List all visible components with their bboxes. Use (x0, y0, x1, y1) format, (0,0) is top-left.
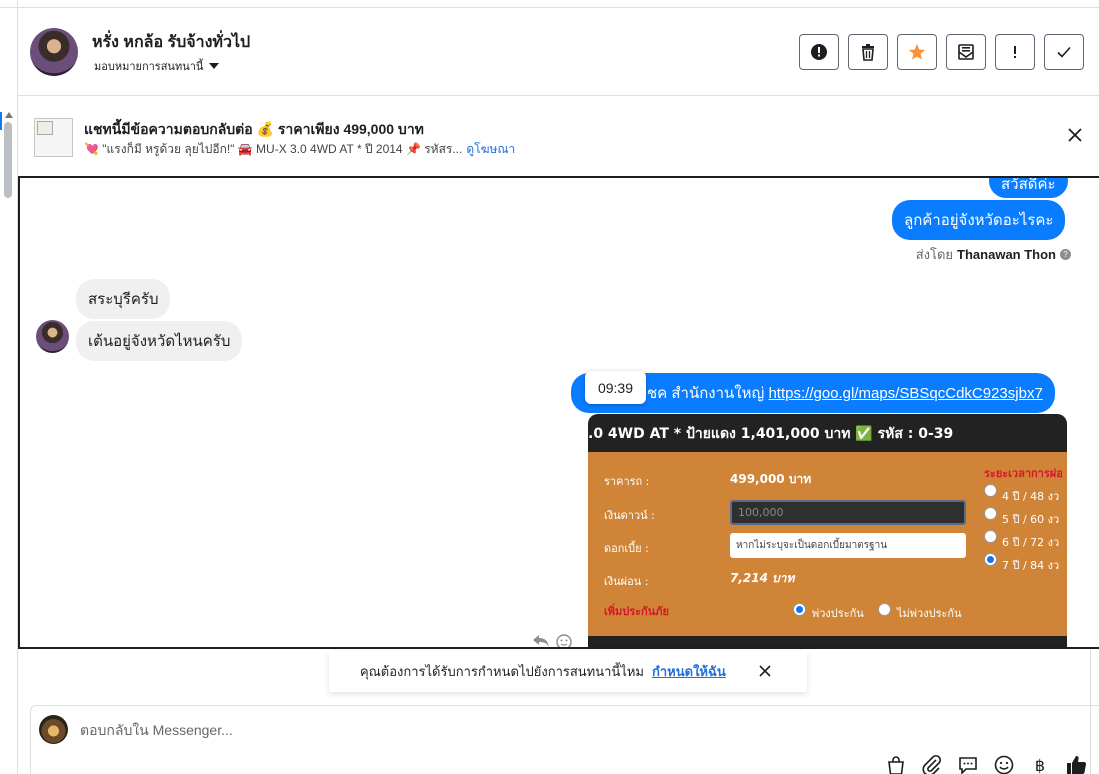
term-radio (984, 507, 997, 520)
view-ad-link[interactable]: ดูโฆษณา (466, 142, 515, 156)
page-avatar (39, 715, 68, 744)
insurance-no-radio (878, 603, 891, 616)
term-label: 7 ปี / 84 งว (1002, 559, 1060, 572)
close-icon[interactable] (1067, 127, 1083, 143)
right-scrollbar-track (1090, 650, 1099, 774)
term-title: ระยะเวลาการผ่อ (984, 467, 1063, 480)
composer-tools: ฿ (885, 754, 1087, 774)
car-price-image[interactable]: .0 4WD AT * ป้ายแดง 1,401,000 บาท ✅ รหัส… (588, 414, 1067, 647)
message-composer: ตอบกลับใน Messenger... ฿ (30, 705, 1099, 774)
paperclip-icon[interactable] (921, 754, 943, 774)
assign-prompt: คุณต้องการได้รับการกำหนดไปยังการสนทนานี้… (329, 651, 807, 692)
price-value: 499,000 บาท (730, 472, 812, 486)
insurance-yes-radio (793, 603, 806, 616)
inbox-conversation-view: หรั่ง หกล้อ รับจ้างทั่วไป มอบหมายการสนทน… (0, 0, 1099, 774)
chevron-down-icon (209, 63, 220, 69)
contact-avatar (36, 320, 69, 353)
assign-conversation-dropdown[interactable]: มอบหมายการสนทนานี้ (94, 57, 220, 75)
ad-thumbnail[interactable] (34, 118, 73, 157)
conversation-header: หรั่ง หกล้อ รับจ้างทั่วไป มอบหมายการสนทน… (18, 8, 1099, 96)
scroll-up-arrow-icon[interactable] (5, 112, 13, 118)
assign-label: มอบหมายการสนทนานี้ (94, 61, 204, 73)
interest-label: ดอกเบี้ย : (604, 542, 649, 555)
incoming-message[interactable]: สระบุรีครับ (76, 279, 171, 319)
term-label: 5 ปี / 60 งว (1002, 513, 1060, 526)
like-icon[interactable] (1065, 754, 1087, 774)
installment-value: 7,214 บาท (730, 571, 795, 585)
star-icon (909, 44, 925, 60)
price-label: ราคารถ : (604, 475, 650, 488)
reply-input[interactable]: ตอบกลับใน Messenger... (80, 720, 233, 742)
installment-label: เงินผ่อน : (604, 575, 649, 588)
term-radio (984, 484, 997, 497)
mark-unread-icon (958, 44, 974, 60)
check-icon (1057, 46, 1071, 58)
insurance-no-label: ไม่พ่วงประกัน (897, 607, 962, 620)
close-icon[interactable] (758, 664, 772, 678)
contact-name[interactable]: หรั่ง หกล้อ รับจ้างทั่วไป (92, 30, 250, 55)
term-label: 6 ปี / 72 งว (1002, 536, 1060, 549)
ad-title: แชทนี้มีข้อความตอบกลับต่อ 💰 ราคาเพียง 49… (84, 121, 424, 137)
emoji-icon[interactable] (993, 754, 1015, 774)
saved-reply-icon[interactable] (957, 754, 979, 774)
interest-value: หากไม่ระบุจะเป็นดอกเบี้ยมาตรฐาน (730, 533, 966, 558)
delete-button[interactable] (848, 34, 888, 70)
flag-icon (1014, 46, 1016, 58)
outgoing-message[interactable]: สวัสดีค่ะ (989, 178, 1068, 198)
term-radio (984, 530, 997, 543)
baht-icon[interactable]: ฿ (1029, 754, 1051, 774)
term-label: 4 ปี / 48 งว (1002, 490, 1060, 503)
assign-prompt-text: คุณต้องการได้รับการกำหนดไปยังการสนทนานี้… (360, 664, 644, 679)
trash-icon (862, 44, 874, 61)
emoji-reaction-icon[interactable] (556, 634, 572, 649)
ad-context-bar: แชทนี้มีข้อความตอบกลับต่อ 💰 ราคาเพียง 49… (18, 97, 1099, 175)
car-headline: .0 4WD AT * ป้ายแดง 1,401,000 บาท ✅ รหัส… (588, 414, 1067, 452)
sent-by-note: ส่งโดย Thanawan Thon ? (916, 244, 1071, 265)
mark-unread-button[interactable] (946, 34, 986, 70)
star-button[interactable] (897, 34, 937, 70)
header-actions (799, 34, 1084, 70)
outgoing-message[interactable]: ลูกค้าอยู่จังหวัดอะไรคะ (892, 200, 1066, 240)
ad-subtitle-text: 💘 "แรงก็มี หรูด้วย ลุยไปอีก!" 🚘 MU-X 3.0… (84, 142, 463, 156)
down-payment-label: เงินดาวน์ : (604, 509, 655, 522)
down-payment-value: 100,000 (730, 500, 966, 525)
flag-button[interactable] (995, 34, 1035, 70)
time-tooltip: 09:39 (585, 371, 646, 404)
bag-icon[interactable] (885, 754, 907, 774)
maps-link[interactable]: https://goo.gl/maps/SBSqcCdkC923sjbx7 (768, 385, 1042, 402)
incoming-message[interactable]: เต้นอยู่จังหวัดไหนครับ (76, 321, 243, 361)
ad-subtitle: 💘 "แรงก็มี หรูด้วย ลุยไปอีก!" 🚘 MU-X 3.0… (84, 140, 515, 159)
help-icon[interactable]: ? (1060, 249, 1071, 260)
insurance-label: เพิ่มประกันภัย (604, 605, 669, 618)
term-radio-selected (984, 553, 997, 566)
car-card-footer (588, 636, 1067, 647)
message-text: ชค สำนักงานใหญ่ (647, 385, 765, 402)
insurance-yes-label: พ่วงประกัน (812, 607, 864, 620)
contact-avatar[interactable] (30, 28, 78, 76)
reply-icon[interactable] (532, 634, 550, 648)
report-spam-button[interactable] (799, 34, 839, 70)
message-thread: สวัสดีค่ะ ลูกค้าอยู่จังหวัดอะไรคะ ส่งโดย… (18, 176, 1099, 649)
message-actions (532, 634, 572, 649)
scrollbar-thumb[interactable] (4, 122, 12, 198)
sender-name: Thanawan Thon (957, 247, 1056, 262)
mark-done-button[interactable] (1044, 34, 1084, 70)
report-icon (811, 44, 827, 60)
sent-by-prefix: ส่งโดย (915, 247, 954, 262)
svg-text:฿: ฿ (1035, 756, 1045, 774)
assign-to-me-link[interactable]: กำหนดให้ฉัน (652, 661, 726, 682)
rail-active-indicator (0, 112, 2, 130)
